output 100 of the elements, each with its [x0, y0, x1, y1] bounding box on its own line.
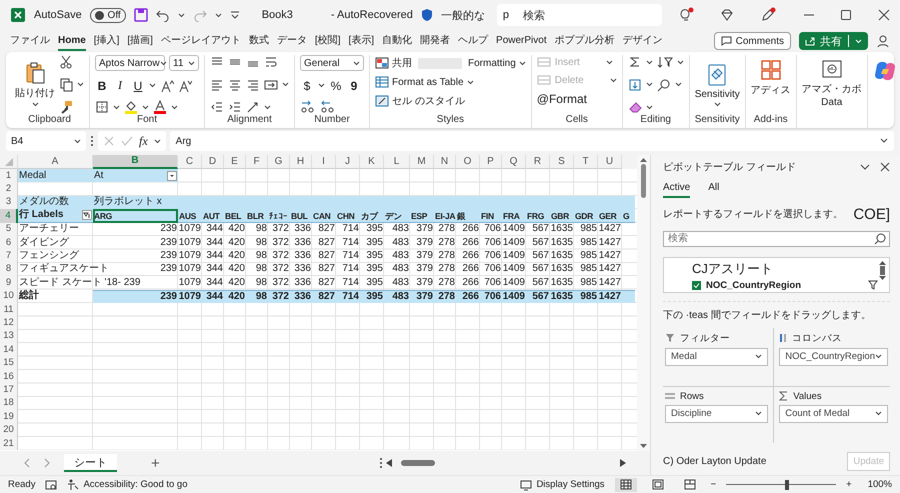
field-checkbox[interactable] — [692, 280, 701, 290]
italic-button[interactable]: I — [113, 78, 127, 93]
caret-icon[interactable] — [74, 138, 81, 144]
comments-button[interactable]: Comments — [714, 32, 791, 50]
caret-icon[interactable] — [178, 12, 185, 18]
column-header[interactable]: F — [246, 155, 268, 169]
caret-icon[interactable] — [113, 104, 120, 110]
cells-button[interactable]: @Format — [536, 92, 617, 106]
sheet-tab[interactable]: シート — [64, 454, 117, 472]
macro-icon[interactable] — [45, 478, 58, 490]
decrease-font-icon[interactable] — [178, 78, 192, 92]
column-header[interactable]: J — [336, 155, 360, 169]
diamond-icon[interactable] — [720, 8, 734, 22]
bold-button[interactable]: B — [95, 78, 109, 92]
panel-tab[interactable]: All — [708, 182, 720, 198]
previous-sheet-icon[interactable] — [24, 458, 30, 468]
scrollbar-thumb[interactable] — [641, 164, 646, 198]
eraser-icon[interactable] — [628, 100, 642, 114]
font-name-dropdown[interactable]: Aptos Narrow — [95, 55, 165, 71]
increase-font-icon[interactable] — [160, 78, 174, 92]
conditional-formatting-button[interactable]: 共用 Formatting — [375, 56, 526, 70]
align-center-icon[interactable] — [228, 78, 242, 92]
caret-icon[interactable] — [755, 411, 762, 416]
caret-icon[interactable] — [646, 60, 653, 64]
row-number[interactable]: 16 — [0, 370, 18, 384]
expand-icon[interactable] — [880, 138, 888, 144]
merge-icon[interactable] — [264, 78, 278, 92]
save-icon[interactable] — [134, 8, 148, 22]
row-number[interactable]: 10 — [0, 290, 18, 303]
row-number[interactable]: 18 — [0, 396, 18, 410]
orientation-icon[interactable] — [246, 100, 260, 114]
row-number[interactable]: 6 — [0, 236, 18, 250]
menu-tab[interactable]: 数式 — [248, 31, 269, 51]
caret-icon[interactable] — [466, 80, 474, 84]
increase-indent-icon[interactable] — [228, 100, 242, 114]
panel-tab[interactable]: Active — [663, 182, 690, 198]
analyze-data-button[interactable]: アマズ・カボ Data — [802, 55, 862, 128]
decrease-decimal-icon[interactable] — [320, 100, 336, 114]
align-left-icon[interactable] — [210, 78, 224, 92]
search-field[interactable]: 検索 — [663, 230, 890, 247]
caret-icon[interactable] — [282, 82, 289, 87]
field-name[interactable]: NOC_CountryRegion — [706, 280, 801, 291]
close-icon[interactable] — [880, 162, 890, 172]
row-number[interactable]: 14 — [0, 343, 18, 356]
sum-icon[interactable] — [628, 55, 642, 69]
scrollbar-thumb[interactable] — [880, 266, 884, 275]
search-icon[interactable] — [656, 78, 671, 92]
menu-tab[interactable]: ポブプル分析 — [554, 31, 615, 51]
filter-dropdown-icon[interactable] — [82, 210, 92, 220]
column-header[interactable]: K — [360, 155, 384, 169]
row-number[interactable]: 21 — [0, 436, 18, 450]
menu-tab[interactable]: [校閲] — [314, 31, 340, 51]
caret-icon[interactable] — [149, 83, 156, 88]
scroll-up-icon[interactable] — [640, 157, 647, 162]
view-button[interactable] — [614, 478, 637, 492]
share-button[interactable]: 共有 — [799, 32, 868, 50]
font-size-dropdown[interactable]: 11 — [169, 55, 199, 71]
caret-icon[interactable] — [646, 82, 653, 87]
fill-down-icon[interactable] — [628, 78, 642, 92]
menu-tab[interactable]: データ — [276, 31, 307, 51]
fill-color-icon[interactable] — [124, 100, 138, 114]
font-color-icon[interactable] — [153, 100, 167, 114]
sort-filter-icon[interactable] — [656, 55, 673, 69]
column-header[interactable]: R — [526, 155, 550, 169]
caret-icon[interactable] — [264, 104, 271, 110]
caret-icon[interactable] — [154, 138, 161, 144]
caret-icon[interactable] — [353, 60, 360, 66]
scroll-up-icon[interactable] — [878, 260, 886, 265]
caret-icon[interactable] — [171, 104, 178, 110]
caret-icon[interactable] — [188, 60, 195, 66]
menu-tab[interactable]: PowerPivot — [496, 31, 547, 51]
dropdown-icon[interactable] — [167, 170, 177, 181]
caret-icon[interactable] — [142, 104, 149, 110]
area-field-dropdown[interactable]: Discipline — [665, 404, 768, 423]
maximize-icon[interactable] — [840, 9, 852, 21]
caret-icon[interactable] — [676, 60, 684, 64]
menu-tab[interactable]: ページレイアウト — [160, 31, 241, 51]
column-header[interactable]: T — [574, 155, 598, 169]
menu-tab[interactable]: 開発者 — [420, 31, 450, 51]
row-number[interactable]: 4 — [0, 209, 18, 223]
caret-icon[interactable] — [214, 12, 222, 18]
row-number[interactable]: 15 — [0, 356, 18, 370]
feedback-icon[interactable] — [876, 34, 890, 48]
format-painter-icon[interactable] — [59, 100, 73, 114]
column-header[interactable]: P — [480, 155, 502, 169]
accessibility-button[interactable]: Accessibility: Good to go — [67, 478, 188, 490]
caret-icon[interactable] — [646, 104, 653, 110]
caret-icon[interactable] — [875, 411, 882, 416]
column-header[interactable]: D — [202, 155, 224, 169]
borders-icon[interactable] — [95, 100, 109, 114]
column-header[interactable]: N — [434, 155, 456, 169]
column-header[interactable]: Q — [502, 155, 526, 169]
scroll-down-icon[interactable] — [878, 276, 886, 281]
search-icon[interactable] — [874, 233, 886, 246]
area-field-dropdown[interactable]: NOC_CountryRegion — [779, 348, 888, 366]
increase-decimal-icon[interactable] — [300, 100, 316, 114]
column-header[interactable]: H — [290, 155, 312, 169]
row-number[interactable]: 9 — [0, 276, 18, 290]
row-number[interactable]: 13 — [0, 330, 18, 344]
caret-icon[interactable] — [518, 60, 526, 66]
